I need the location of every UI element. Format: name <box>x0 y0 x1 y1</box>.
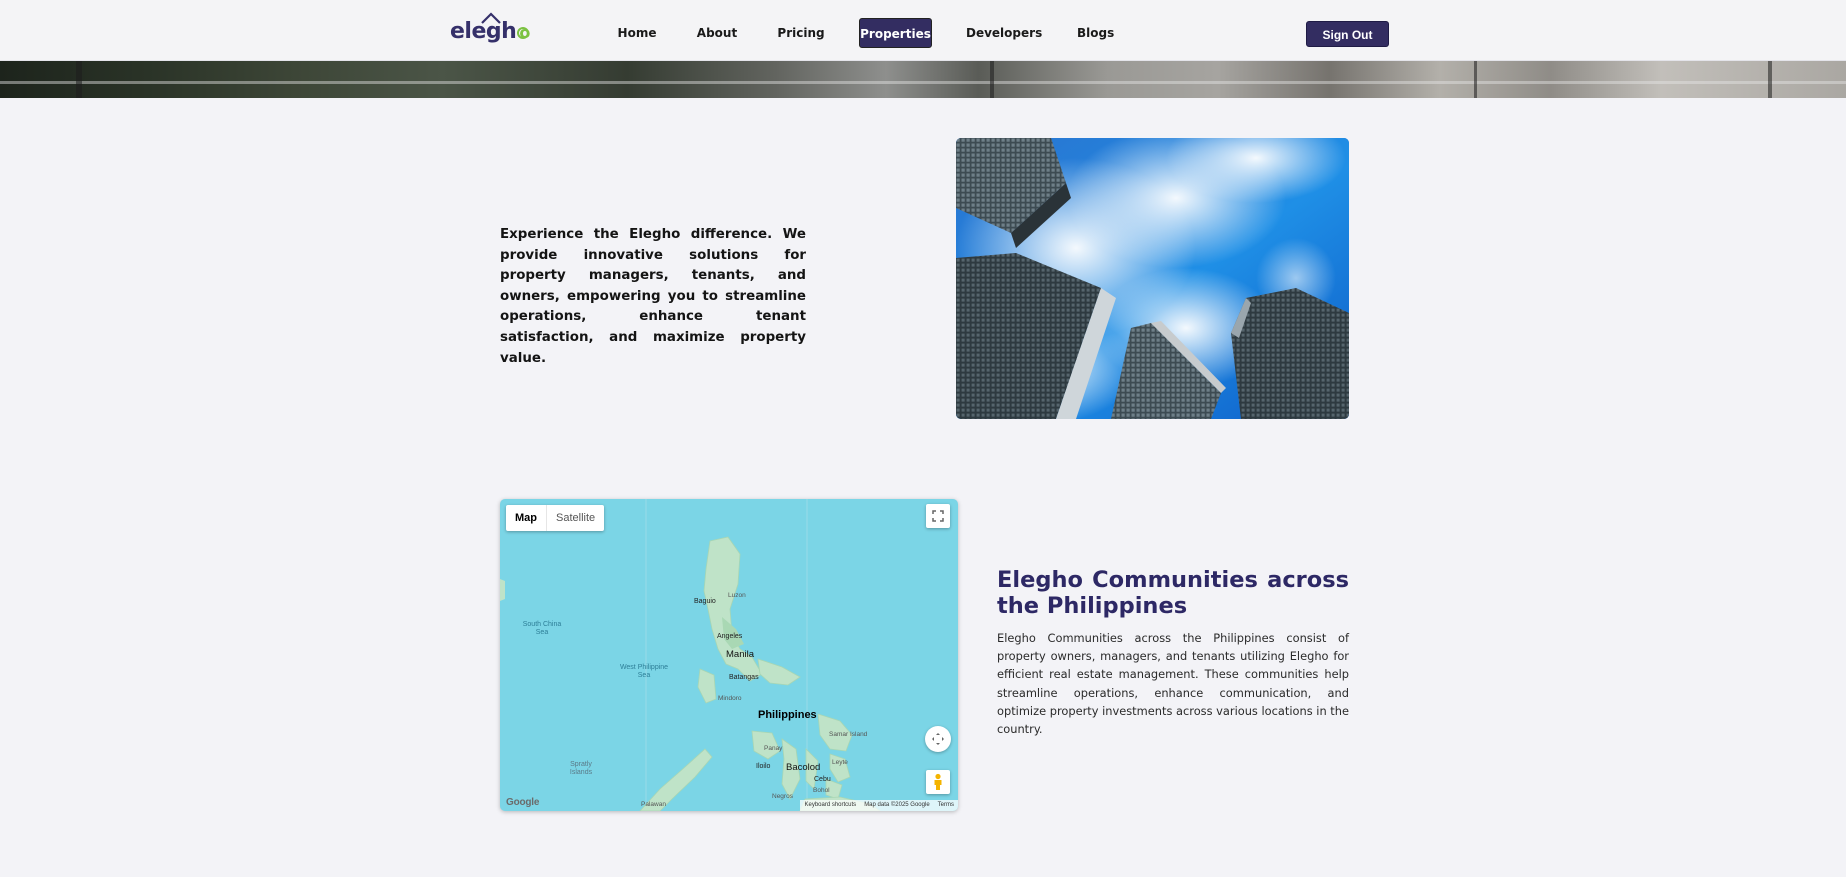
map-attribution-bar: Keyboard shortcuts Map data ©2025 Google… <box>800 800 958 811</box>
map-type-map-button[interactable]: Map <box>506 505 547 531</box>
map-data-attribution: Map data ©2025 Google <box>864 802 930 808</box>
map-label-iloilo: Iloilo <box>756 763 771 770</box>
map-type-satellite-button[interactable]: Satellite <box>547 505 604 531</box>
map-label-panay: Panay <box>764 745 783 752</box>
google-logo: Google <box>506 797 540 808</box>
map-label-negros: Negros <box>772 793 793 800</box>
house-roof-icon <box>481 12 501 24</box>
skyscrapers-illustration <box>956 138 1349 419</box>
map-keyboard-shortcuts-link[interactable]: Keyboard shortcuts <box>800 800 860 811</box>
hero-building-band <box>0 81 1846 84</box>
map-label-bacolod: Bacolod <box>786 762 821 773</box>
hero-pole <box>990 61 994 98</box>
sign-out-button[interactable]: Sign Out <box>1306 21 1389 47</box>
map-label-west-philippine-sea: West Philippine Sea <box>619 664 669 679</box>
google-map[interactable]: Map Satellite South China Sea West Phili… <box>500 499 958 811</box>
hero-pole <box>1768 61 1772 98</box>
map-terms-link[interactable]: Terms <box>934 800 958 811</box>
communities-title: Elegho Communities across the Philippine… <box>997 567 1349 619</box>
nav-developers[interactable]: Developers <box>966 18 1042 48</box>
map-label-luzon: Luzon <box>728 592 746 599</box>
map-label-palawan: Palawan <box>641 801 666 808</box>
map-label-philippines: Philippines <box>758 709 817 721</box>
elegho-logo[interactable]: ele gh o <box>450 12 530 44</box>
camera-control-button[interactable] <box>925 726 951 752</box>
nav-properties[interactable]: Properties <box>859 18 932 48</box>
map-label-batangas: Batangas <box>729 674 759 681</box>
fullscreen-button[interactable] <box>926 504 950 528</box>
map-label-south-china-sea: South China Sea <box>522 621 562 636</box>
hero-banner-image <box>0 61 1846 98</box>
map-label-spratly-islands: Spratly Islands <box>569 761 593 776</box>
street-view-pegman-button[interactable] <box>926 770 950 794</box>
nav-home[interactable]: Home <box>614 18 660 48</box>
map-label-mindoro: Mindoro <box>718 695 742 702</box>
map-type-control: Map Satellite <box>506 505 605 531</box>
site-header: ele gh o Home About Pricing Properties Dev… <box>0 0 1846 61</box>
intro-paragraph: Experience the Elegho difference. We pro… <box>500 227 806 366</box>
logo-text-part-3: o <box>517 23 530 42</box>
fullscreen-icon <box>932 510 944 522</box>
pegman-icon <box>934 773 942 790</box>
nav-about[interactable]: About <box>696 18 738 48</box>
map-label-baguio: Baguio <box>694 598 716 605</box>
map-label-cebu: Cebu <box>814 776 831 783</box>
map-label-bohol: Bohol <box>813 787 830 794</box>
hero-pole <box>1474 61 1477 98</box>
hero-pole <box>76 61 82 98</box>
camera-pan-icon <box>932 733 944 745</box>
nav-pricing[interactable]: Pricing <box>776 18 826 48</box>
map-label-leyte: Leyte <box>832 759 848 766</box>
map-label-samar-island: Samar Island <box>829 731 868 738</box>
skyscrapers-photo <box>956 138 1349 419</box>
map-label-manila: Manila <box>726 649 754 660</box>
communities-description: Elegho Communities across the Philippine… <box>997 631 1349 737</box>
nav-blogs[interactable]: Blogs <box>1077 18 1114 48</box>
map-label-angeles: Angeles <box>717 633 743 640</box>
